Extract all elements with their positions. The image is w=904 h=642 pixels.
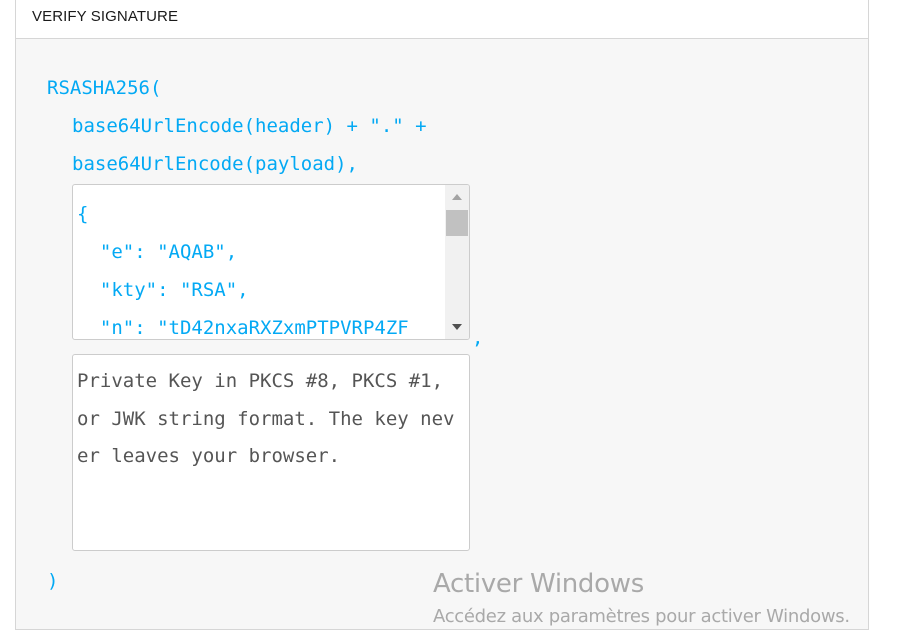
private-key-textarea[interactable]: Private Key in PKCS #8, PKCS #1, or JWK … xyxy=(72,354,470,551)
public-key-content: { "e": "AQAB", "kty": "RSA", "n": "tD42n… xyxy=(77,195,409,339)
public-key-line: "e": "AQAB", xyxy=(77,241,238,263)
rsasha256-open: RSASHA256( xyxy=(47,77,162,99)
watermark-subtitle: Accédez aux paramètres pour activer Wind… xyxy=(433,606,850,627)
verify-signature-panel: VERIFY SIGNATURE RSASHA256( base64UrlEnc… xyxy=(15,0,869,630)
panel-title: VERIFY SIGNATURE xyxy=(16,0,868,39)
watermark-title: Activer Windows xyxy=(433,569,644,599)
payload-encode-expression: base64UrlEncode(payload), xyxy=(72,153,358,175)
scroll-thumb[interactable] xyxy=(446,210,468,236)
windows-activation-watermark: Activer Windows Accédez aux paramètres p… xyxy=(433,566,850,630)
scroll-up-arrow-icon[interactable] xyxy=(452,194,462,200)
rsasha256-close: ) xyxy=(47,570,59,592)
scroll-down-arrow-icon[interactable] xyxy=(452,324,462,330)
public-key-line: "n": "tD42nxaRXZxmPTPVRP4ZF xyxy=(77,317,409,339)
header-encode-expression: base64UrlEncode(header) + "." + xyxy=(72,115,427,137)
argument-comma: , xyxy=(472,327,484,349)
public-key-line: "kty": "RSA", xyxy=(77,279,249,301)
public-key-scrollbar[interactable] xyxy=(445,185,469,339)
public-key-textarea[interactable]: { "e": "AQAB", "kty": "RSA", "n": "tD42n… xyxy=(72,184,470,340)
public-key-line: { xyxy=(77,203,89,225)
